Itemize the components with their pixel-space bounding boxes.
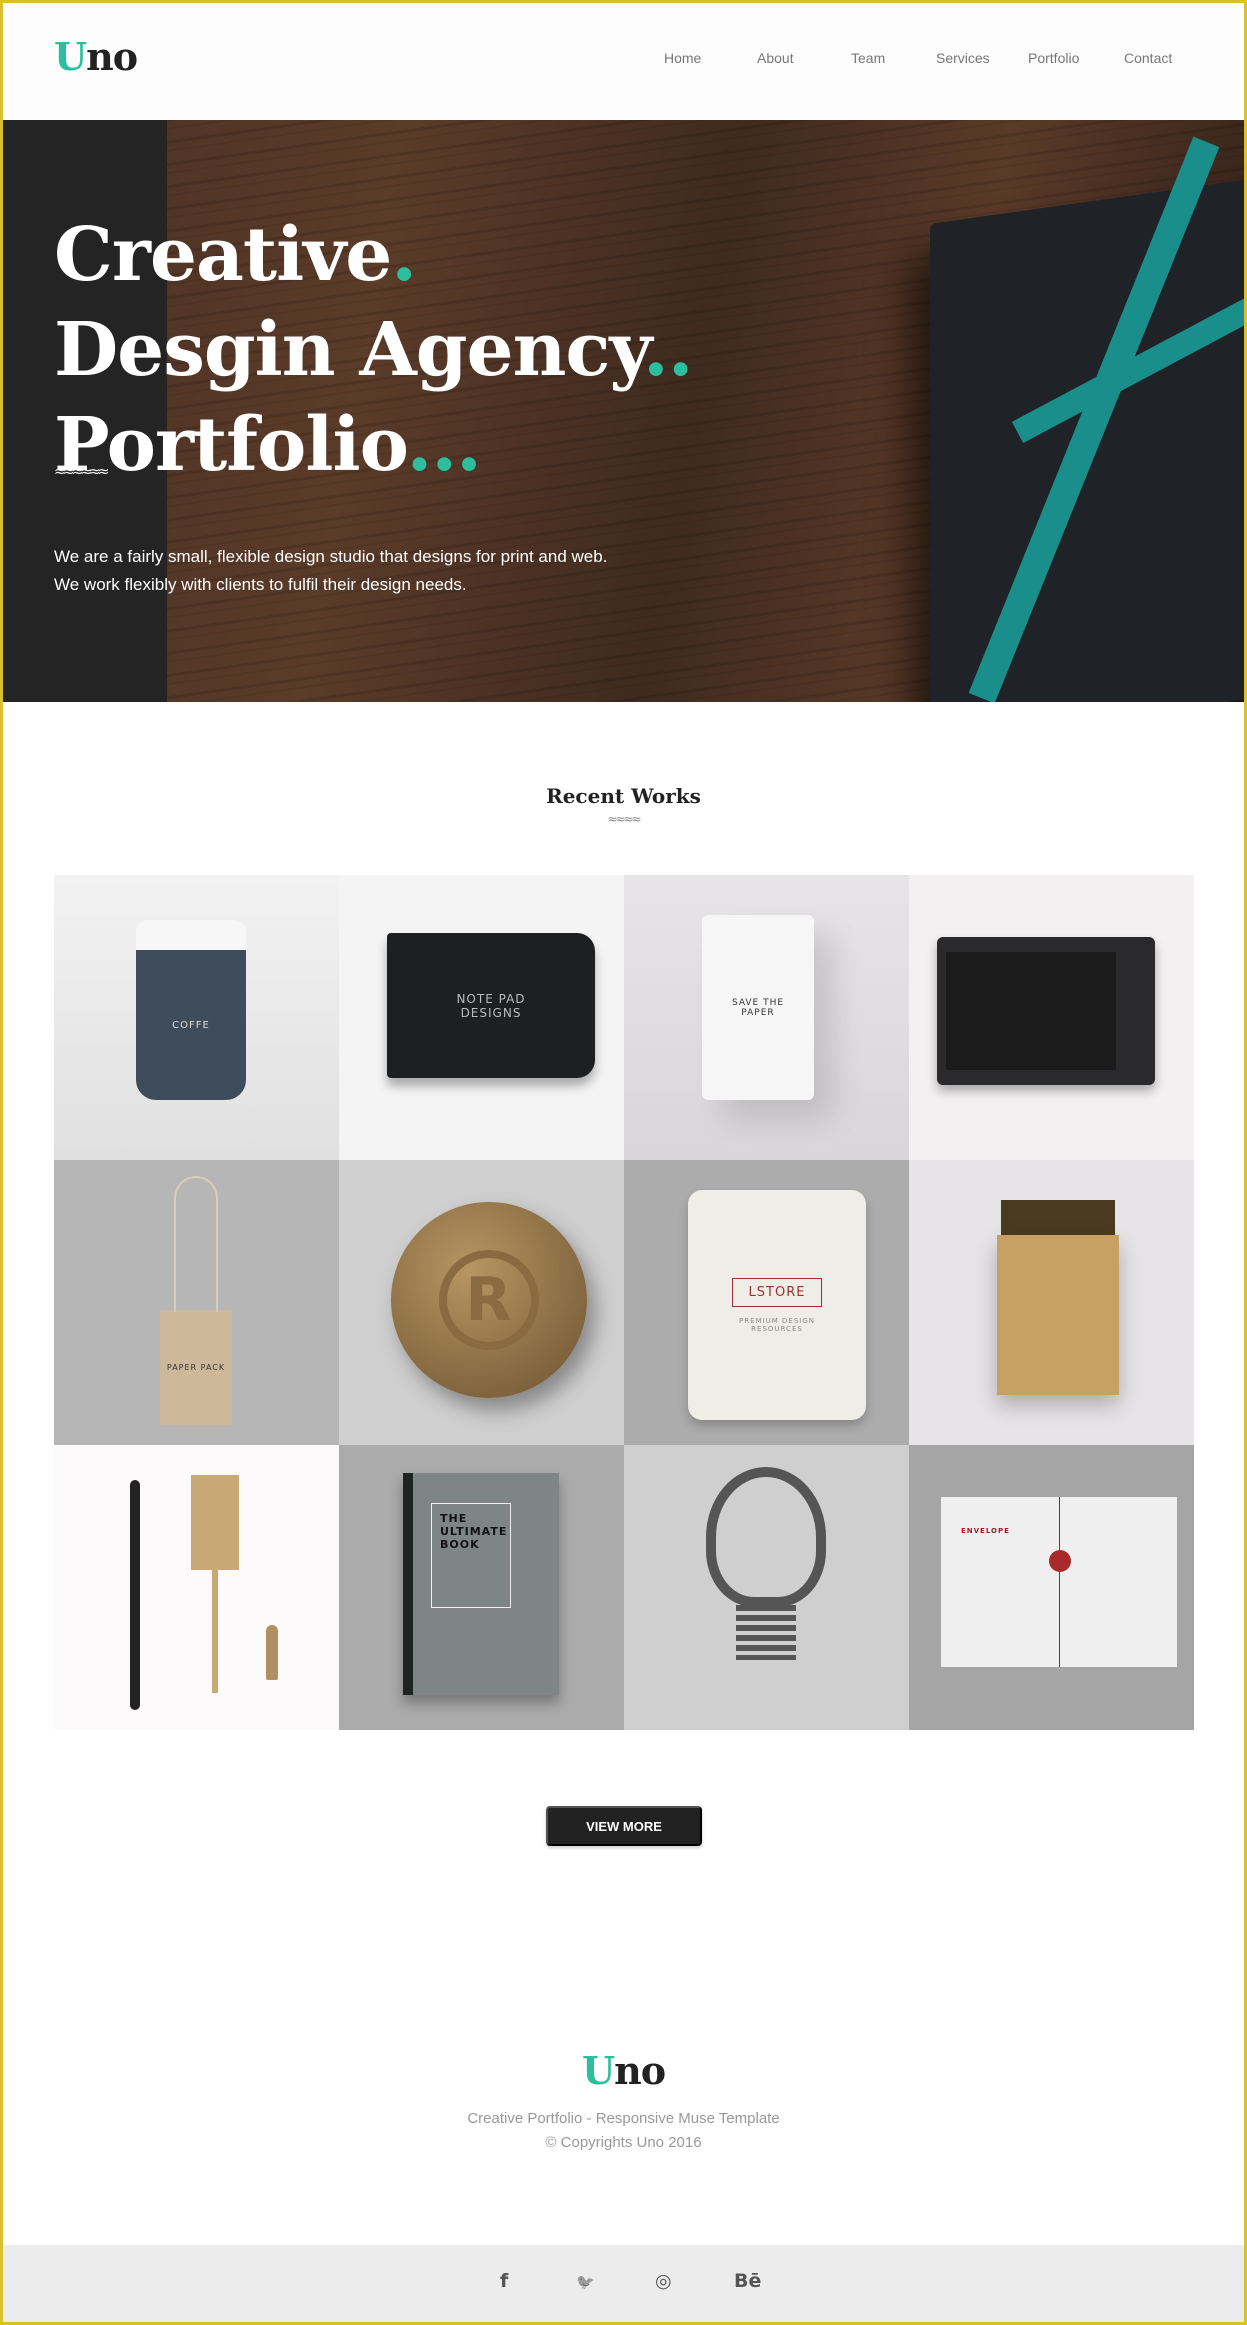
- hero-title-line3: Portfolio...: [54, 402, 482, 488]
- behance-icon[interactable]: Bē: [734, 2270, 761, 2292]
- hero-divider: ≈≈≈≈≈≈: [54, 464, 109, 480]
- portfolio-item-paper-pack[interactable]: PAPER PACK: [54, 1160, 339, 1445]
- paper-pack-image: PAPER PACK: [160, 1310, 232, 1425]
- pen-holder: [130, 1480, 140, 1710]
- site-header: Uno Home About Team Services Portfolio C…: [0, 0, 1247, 120]
- portfolio-grid: COFFE NOTE PAD DESIGNS SAVE THE PAPER PA…: [54, 875, 1194, 1730]
- logo-letter: U: [581, 2048, 615, 2093]
- envelope-string: [1059, 1497, 1060, 1667]
- nav-about[interactable]: About: [757, 50, 794, 66]
- tablet-image: [937, 937, 1155, 1085]
- footer-copyright: © Copyrights Uno 2016: [545, 2134, 702, 2151]
- portfolio-item-kraft-box[interactable]: [909, 1160, 1194, 1445]
- nav-services[interactable]: Services: [936, 50, 990, 66]
- hero-text-2: We work flexibly with clients to fulfil …: [54, 575, 467, 594]
- logo[interactable]: Uno: [54, 34, 138, 79]
- portfolio-item-notepad[interactable]: NOTE PAD DESIGNS: [339, 875, 624, 1160]
- nav-portfolio[interactable]: Portfolio: [1028, 50, 1079, 66]
- coffee-cup-image: COFFE: [136, 920, 246, 1100]
- bulb-base: [736, 1605, 796, 1660]
- bronze-seal-image: R: [391, 1202, 587, 1398]
- footer-tagline: Creative Portfolio - Responsive Muse Tem…: [467, 2110, 780, 2127]
- portfolio-item-pen-tools[interactable]: [54, 1445, 339, 1730]
- portfolio-item-tablet[interactable]: [909, 875, 1194, 1160]
- wax-seal: [1049, 1550, 1071, 1572]
- spatula-handle: [212, 1565, 218, 1693]
- nav-team[interactable]: Team: [851, 50, 885, 66]
- hero-section: Creative. Desgin Agency.. Portfolio... ≈…: [0, 120, 1247, 702]
- logo-text: no: [86, 34, 138, 79]
- notepad-image: NOTE PAD DESIGNS: [387, 933, 595, 1078]
- cloth-bag-image: LSTORE PREMIUM DESIGN RESOURCES: [688, 1190, 866, 1420]
- section-title: Recent Works: [546, 784, 701, 808]
- social-bar: [0, 2245, 1247, 2325]
- portfolio-item-lightbulb[interactable]: [624, 1445, 909, 1730]
- portfolio-item-bronze-seal[interactable]: R: [339, 1160, 624, 1445]
- portfolio-item-envelope[interactable]: ENVELOPE: [909, 1445, 1194, 1730]
- footer-logo[interactable]: Uno: [0, 2048, 1247, 2093]
- pen-nib: [266, 1625, 278, 1680]
- portfolio-item-book[interactable]: THE ULTIMATE BOOK: [339, 1445, 624, 1730]
- book-image: THE ULTIMATE BOOK: [403, 1473, 559, 1695]
- logo-letter: U: [54, 34, 87, 79]
- nav-home[interactable]: Home: [664, 50, 701, 66]
- view-more-button[interactable]: VIEW MORE: [546, 1806, 702, 1846]
- portfolio-item-paper-bag[interactable]: SAVE THE PAPER: [624, 875, 909, 1160]
- hero-title-line2: Desgin Agency..: [54, 307, 693, 393]
- bag-handle: [174, 1176, 218, 1312]
- portfolio-item-coffee-cup[interactable]: COFFE: [54, 875, 339, 1160]
- kraft-box-image: [997, 1235, 1119, 1395]
- nav-contact[interactable]: Contact: [1124, 50, 1172, 66]
- hero-title-line1: Creative.: [54, 212, 417, 298]
- lightbulb-image: [706, 1467, 826, 1607]
- dribbble-icon[interactable]: ◎: [655, 2270, 672, 2292]
- facebook-icon[interactable]: f: [500, 2270, 508, 2292]
- paper-bag-image: SAVE THE PAPER: [702, 915, 814, 1100]
- logo-text: no: [614, 2048, 666, 2093]
- twitter-icon[interactable]: 🐦: [576, 2273, 595, 2291]
- wooden-spatula: [191, 1475, 239, 1570]
- portfolio-item-cloth-bag[interactable]: LSTORE PREMIUM DESIGN RESOURCES: [624, 1160, 909, 1445]
- section-divider: ≈≈≈≈: [607, 812, 641, 826]
- hero-text-1: We are a fairly small, flexible design s…: [54, 547, 608, 566]
